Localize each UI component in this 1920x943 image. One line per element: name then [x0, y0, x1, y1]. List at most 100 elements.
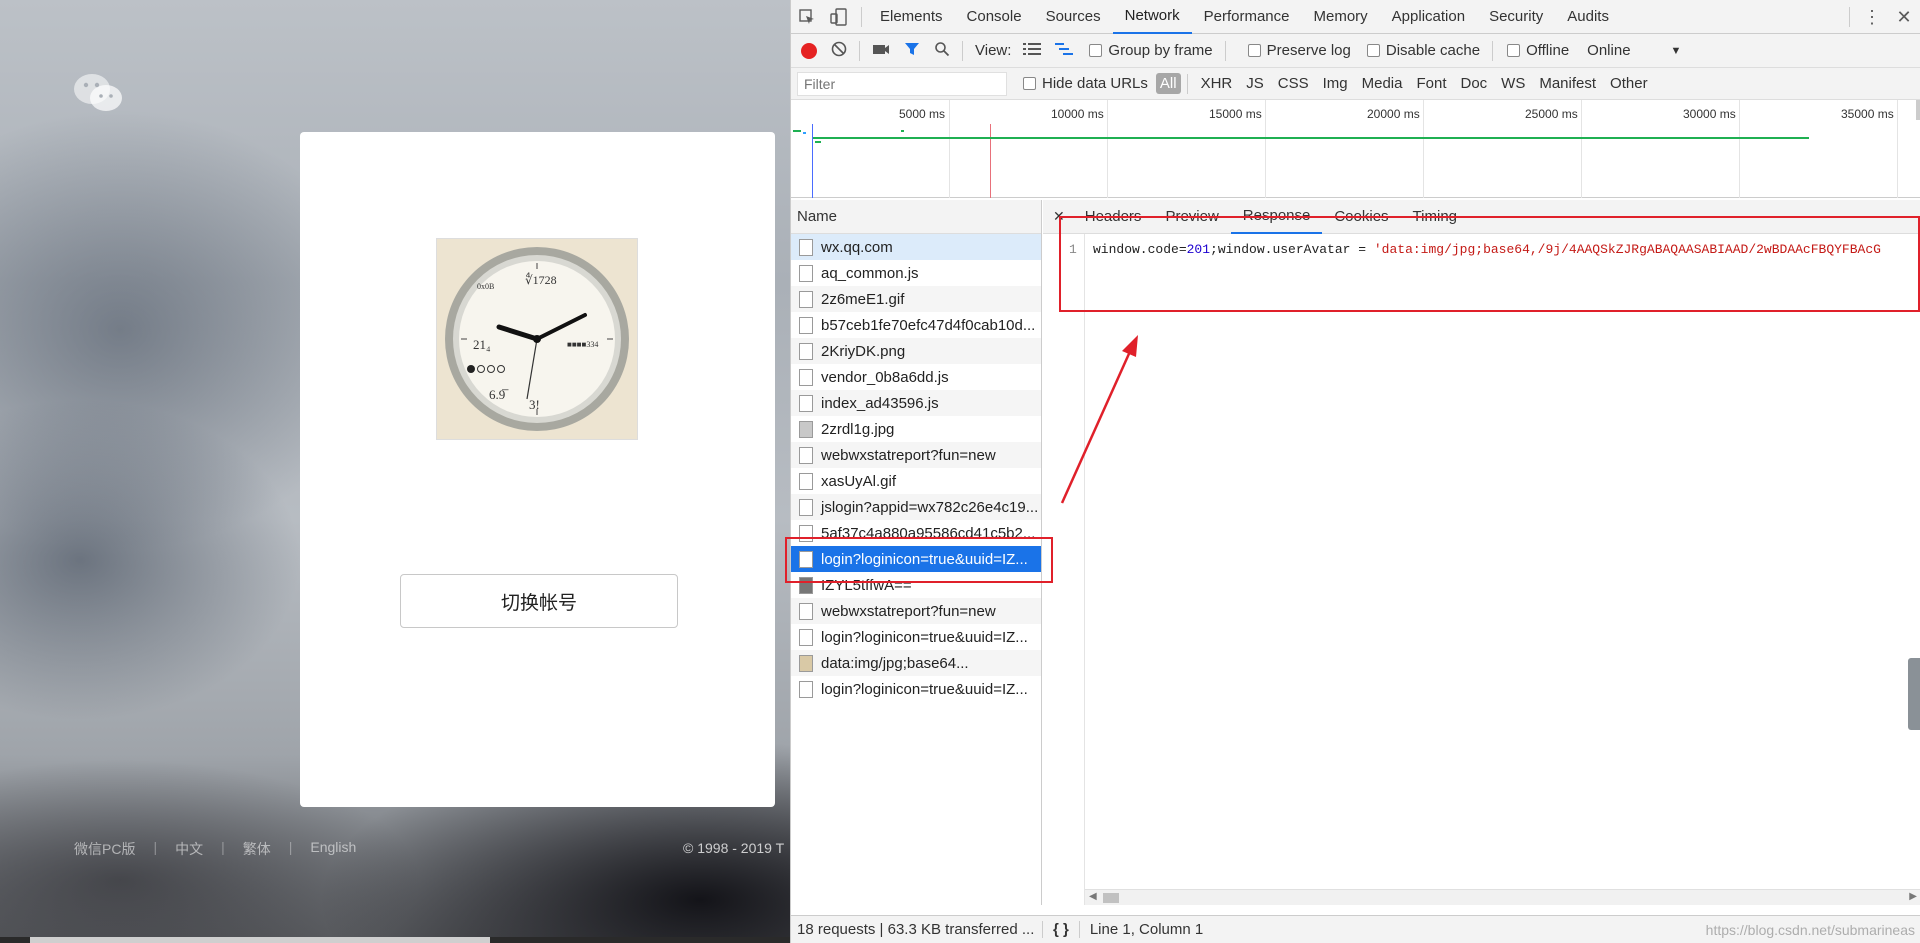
user-avatar: ∜1728 0x0B 21₄ 6.9̅ 3! ■■■■334 — [436, 238, 638, 440]
filter-type-manifest[interactable]: Manifest — [1532, 75, 1603, 92]
inspect-element-icon[interactable] — [791, 0, 823, 34]
large-rows-icon[interactable] — [1023, 42, 1042, 60]
timeline-tick-label: 15000 ms — [1209, 107, 1262, 121]
request-row[interactable]: login?loginicon=true&uuid=IZ... — [791, 676, 1041, 702]
device-toolbar-icon[interactable] — [823, 0, 855, 34]
filter-type-font[interactable]: Font — [1409, 75, 1453, 92]
image-file-icon — [799, 472, 813, 490]
footer-links: 微信PC版 | 中文 | 繁体 | English — [74, 839, 356, 859]
copyright-text: © 1998 - 2019 T — [683, 840, 785, 856]
document-file-icon — [799, 498, 813, 516]
timeline-tick-label: 10000 ms — [1051, 107, 1104, 121]
blog-watermark: https://blog.csdn.net/submarineas — [1705, 921, 1915, 938]
horizontal-scrollbar[interactable] — [0, 937, 790, 943]
tab-application[interactable]: Application — [1380, 0, 1477, 34]
request-row[interactable]: 2z6meE1.gif — [791, 286, 1041, 312]
close-icon[interactable]: ✕ — [1888, 0, 1920, 34]
document-file-icon — [799, 602, 813, 620]
search-icon[interactable] — [934, 41, 950, 61]
timeline-gridline — [1897, 100, 1898, 198]
filter-type-media[interactable]: Media — [1355, 75, 1410, 92]
tab-performance[interactable]: Performance — [1192, 0, 1302, 34]
filter-type-xhr[interactable]: XHR — [1194, 75, 1240, 92]
tab-console[interactable]: Console — [955, 0, 1034, 34]
filter-type-doc[interactable]: Doc — [1453, 75, 1494, 92]
response-horizontal-scrollbar[interactable]: ◀ ▶ — [1085, 889, 1920, 905]
document-file-icon — [799, 680, 813, 698]
request-bar — [803, 132, 806, 134]
tab-sources[interactable]: Sources — [1034, 0, 1113, 34]
annotation-arrow — [1060, 335, 1138, 504]
switch-account-button[interactable]: 切换帐号 — [400, 574, 678, 628]
timeline-gridline — [1581, 100, 1582, 198]
request-row[interactable]: 2KriyDK.png — [791, 338, 1041, 364]
disable-cache-checkbox[interactable]: Disable cache — [1366, 42, 1480, 59]
load-event-marker — [990, 124, 991, 198]
more-menu-icon[interactable]: ⋮ — [1856, 0, 1888, 34]
footer-link-traditional-chinese[interactable]: 繁体 — [243, 839, 271, 859]
scroll-left-icon[interactable]: ◀ — [1089, 891, 1097, 902]
record-icon[interactable] — [801, 42, 817, 59]
long-request-bar — [813, 137, 1809, 139]
toolbar-divider — [859, 40, 860, 61]
request-row[interactable]: xasUyAl.gif — [791, 468, 1041, 494]
request-row[interactable]: b57ceb1fe70efc47d4f0cab10d... — [791, 312, 1041, 338]
tab-security[interactable]: Security — [1477, 0, 1555, 34]
vertical-scroll-handle[interactable] — [1908, 658, 1920, 730]
request-row[interactable]: webwxstatreport?fun=new — [791, 442, 1041, 468]
login-card: ∜1728 0x0B 21₄ 6.9̅ 3! ■■■■334 切换帐号 — [300, 132, 775, 807]
document-file-icon — [799, 316, 813, 334]
footer-link-pc[interactable]: 微信PC版 — [74, 839, 135, 859]
filter-bar: Hide data URLs All XHR JS CSS Img Media … — [791, 68, 1920, 100]
filter-type-all[interactable]: All — [1155, 73, 1181, 94]
tab-elements[interactable]: Elements — [868, 0, 955, 34]
request-row[interactable]: index_ad43596.js — [791, 390, 1041, 416]
tab-audits[interactable]: Audits — [1555, 0, 1621, 34]
wechat-logo-icon — [74, 74, 122, 111]
request-row[interactable]: login?loginicon=true&uuid=IZ... — [791, 624, 1041, 650]
scroll-right-icon[interactable]: ▶ — [1909, 891, 1917, 902]
request-row[interactable]: vendor_0b8a6dd.js — [791, 364, 1041, 390]
request-row[interactable]: data:img/jpg;base64... — [791, 650, 1041, 676]
screenshot-camera-icon[interactable] — [872, 41, 890, 61]
timeline-overview[interactable]: 5000 ms 10000 ms 15000 ms 20000 ms 25000… — [791, 100, 1920, 198]
timeline-gridline — [1107, 100, 1108, 198]
tab-memory[interactable]: Memory — [1302, 0, 1380, 34]
overview-scroll-handle[interactable] — [1916, 100, 1920, 120]
request-row[interactable]: 2zrdl1g.jpg — [791, 416, 1041, 442]
clear-icon[interactable] — [831, 41, 847, 61]
footer-separator: | — [221, 839, 225, 855]
timeline-tick-label: 5000 ms — [899, 107, 946, 121]
filter-type-ws[interactable]: WS — [1494, 75, 1532, 92]
cursor-position: Line 1, Column 1 — [1078, 921, 1203, 938]
hide-data-urls-checkbox[interactable]: Hide data URLs — [1023, 75, 1148, 92]
request-row[interactable]: webwxstatreport?fun=new — [791, 598, 1041, 624]
request-row[interactable]: jslogin?appid=wx782c26e4c19... — [791, 494, 1041, 520]
footer-link-english[interactable]: English — [310, 839, 356, 859]
filter-type-other[interactable]: Other — [1603, 75, 1655, 92]
filter-type-js[interactable]: JS — [1239, 75, 1271, 92]
pretty-print-icon[interactable]: { } — [1043, 921, 1079, 938]
svg-text:■■■■334: ■■■■334 — [567, 340, 598, 349]
request-bar — [815, 141, 821, 143]
domcontentloaded-marker — [812, 124, 813, 198]
request-row[interactable]: wx.qq.com — [791, 234, 1041, 260]
name-column-header[interactable]: Name — [791, 200, 1041, 234]
offline-checkbox[interactable]: Offline — [1507, 42, 1569, 59]
request-rows: wx.qq.com aq_common.js 2z6meE1.gif b57ce… — [791, 234, 1041, 702]
tab-network[interactable]: Network — [1112, 0, 1192, 34]
request-row[interactable]: aq_common.js — [791, 260, 1041, 286]
filter-type-css[interactable]: CSS — [1271, 75, 1316, 92]
svg-text:21₄: 21₄ — [473, 337, 491, 352]
waterfall-icon[interactable] — [1055, 42, 1074, 60]
group-by-frame-checkbox[interactable]: Group by frame — [1089, 42, 1213, 59]
timeline-tick-label: 25000 ms — [1525, 107, 1578, 121]
throttling-select[interactable]: Online ▼ — [1587, 42, 1681, 59]
scrollbar-thumb[interactable] — [1103, 893, 1119, 903]
footer-link-simplified-chinese[interactable]: 中文 — [175, 839, 203, 859]
filter-input[interactable] — [797, 71, 1007, 96]
svg-text:0x0B: 0x0B — [477, 282, 494, 291]
preserve-log-checkbox[interactable]: Preserve log — [1247, 42, 1351, 59]
filter-icon[interactable] — [904, 41, 920, 61]
filter-type-img[interactable]: Img — [1316, 75, 1355, 92]
